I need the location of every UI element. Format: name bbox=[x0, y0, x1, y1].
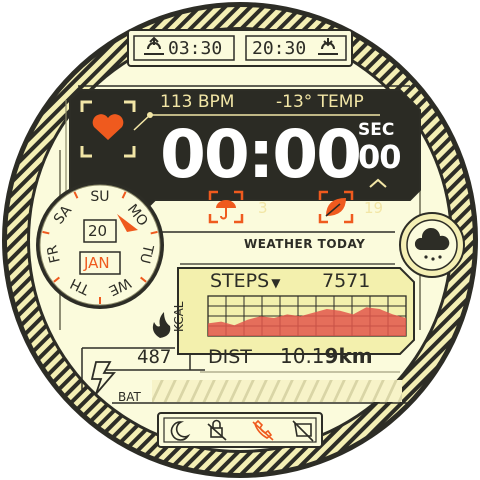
seconds-value: 00 bbox=[358, 138, 402, 176]
seconds-label: SEC bbox=[358, 120, 395, 140]
battery-bar bbox=[152, 380, 402, 402]
dist-value: 10.19km bbox=[280, 344, 373, 368]
sunset-time: 20:30 bbox=[252, 38, 307, 59]
steps-value: 7571 bbox=[322, 270, 371, 292]
steps-label: STEPS ▼ bbox=[210, 270, 280, 292]
month: JAN bbox=[84, 254, 110, 272]
time-display: 00:00 bbox=[160, 116, 362, 193]
leaf-value: 19 bbox=[364, 199, 384, 217]
sunrise-time: 03:30 bbox=[168, 38, 223, 59]
battery-label: BAT bbox=[118, 390, 141, 404]
steps-label-text: STEPS bbox=[210, 270, 270, 292]
kcal-label: KCAL bbox=[172, 301, 186, 333]
dist-suffix: 9km bbox=[324, 344, 373, 368]
caret-down-icon: ▼ bbox=[271, 276, 281, 290]
dist-number: 10.1 bbox=[280, 344, 325, 368]
day-number: 20 bbox=[88, 222, 108, 240]
temperature: -13° TEMP bbox=[276, 92, 364, 112]
heart-rate: 113 BPM bbox=[160, 92, 235, 112]
kcal-value: 487 bbox=[137, 346, 172, 368]
umbrella-value: 3 bbox=[258, 199, 268, 217]
watch-face bbox=[2, 2, 478, 478]
weekday-su: SU bbox=[90, 189, 110, 205]
weather-label[interactable]: WEATHER TODAY bbox=[244, 237, 365, 251]
dist-label: DIST bbox=[208, 346, 252, 368]
